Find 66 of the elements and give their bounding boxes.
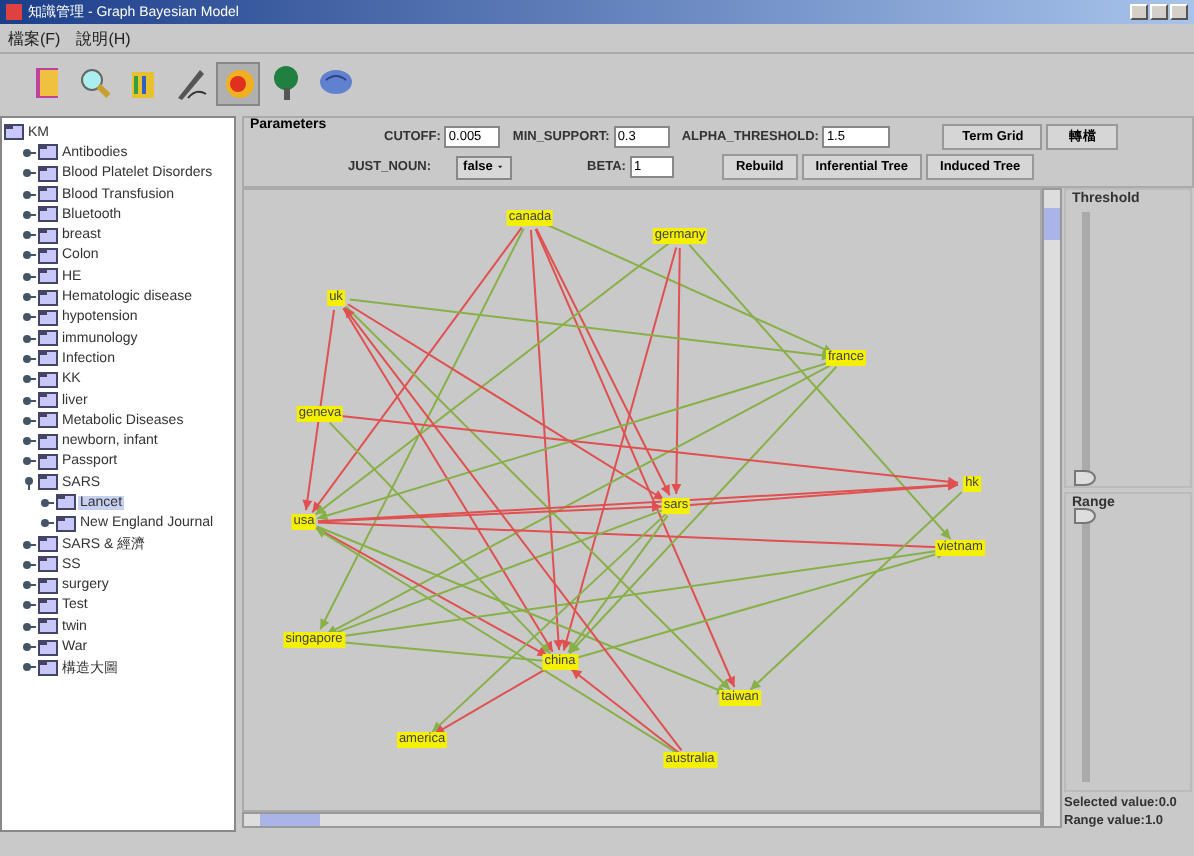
app-icon	[6, 4, 22, 20]
folder-icon	[38, 659, 58, 676]
folder-icon	[38, 453, 58, 470]
folder-icon	[4, 124, 24, 141]
collapsed-handle-icon[interactable]	[22, 145, 36, 160]
folder-icon	[38, 206, 58, 223]
folder-icon	[38, 536, 58, 553]
collapsed-handle-icon[interactable]	[22, 207, 36, 222]
collapsed-handle-icon[interactable]	[22, 351, 36, 366]
collapsed-handle-icon[interactable]	[22, 578, 36, 593]
folder-icon	[38, 330, 58, 347]
folder-icon	[56, 515, 76, 532]
collapsed-handle-icon[interactable]	[22, 598, 36, 613]
close-button[interactable]	[1170, 4, 1188, 20]
folder-icon	[38, 577, 58, 594]
collapsed-handle-icon[interactable]	[22, 619, 36, 634]
folder-icon	[38, 433, 58, 450]
folder-icon	[38, 618, 58, 635]
collapsed-handle-icon[interactable]	[22, 372, 36, 387]
collapsed-handle-icon[interactable]	[22, 290, 36, 305]
collapsed-handle-icon[interactable]	[22, 187, 36, 202]
collapsed-handle-icon[interactable]	[22, 331, 36, 346]
collapsed-handle-icon[interactable]	[22, 269, 36, 284]
horizontal-scrollbar[interactable]	[242, 812, 1042, 828]
collapsed-handle-icon[interactable]	[40, 516, 54, 531]
collapsed-handle-icon[interactable]	[22, 537, 36, 552]
slider-thumb[interactable]	[1074, 508, 1096, 524]
collapsed-handle-icon[interactable]	[22, 660, 36, 675]
folder-icon	[38, 268, 58, 285]
folder-icon	[56, 494, 76, 511]
toolbar-button[interactable]	[216, 61, 260, 105]
folder-icon	[38, 186, 58, 203]
folder-icon	[38, 639, 58, 656]
collapsed-handle-icon[interactable]	[22, 454, 36, 469]
folder-icon	[38, 165, 58, 182]
folder-icon	[38, 474, 58, 491]
folder-icon	[38, 392, 58, 408]
folder-icon	[38, 371, 58, 388]
menu-item[interactable]: 檔案(F)	[8, 27, 61, 49]
folder-icon	[38, 247, 58, 264]
collapsed-handle-icon[interactable]	[22, 166, 36, 181]
slider-thumb[interactable]	[1074, 470, 1096, 486]
collapsed-handle-icon[interactable]	[22, 640, 36, 655]
collapsed-handle-icon[interactable]	[40, 495, 54, 510]
vertical-scrollbar[interactable]	[1042, 188, 1062, 828]
collapsed-handle-icon[interactable]	[22, 310, 36, 325]
folder-icon	[38, 227, 58, 244]
folder-icon	[38, 144, 58, 161]
collapsed-handle-icon[interactable]	[22, 557, 36, 572]
collapsed-handle-icon[interactable]	[22, 393, 36, 407]
collapsed-handle-icon[interactable]	[22, 413, 36, 428]
menu-item[interactable]: 說明(H)	[76, 27, 131, 49]
collapsed-handle-icon[interactable]	[22, 248, 36, 263]
folder-icon	[38, 412, 58, 429]
minimize-button[interactable]	[1130, 4, 1148, 20]
caret-icon	[498, 164, 504, 170]
folder-icon	[38, 309, 58, 326]
folder-icon	[38, 556, 58, 573]
maximize-button[interactable]	[1150, 4, 1168, 20]
collapsed-handle-icon[interactable]	[22, 228, 36, 243]
collapsed-handle-icon[interactable]	[22, 434, 36, 449]
folder-icon	[38, 597, 58, 614]
folder-icon	[38, 350, 58, 367]
folder-icon	[38, 289, 58, 306]
search-icon	[75, 64, 113, 102]
expanded-handle-icon[interactable]	[22, 475, 36, 490]
